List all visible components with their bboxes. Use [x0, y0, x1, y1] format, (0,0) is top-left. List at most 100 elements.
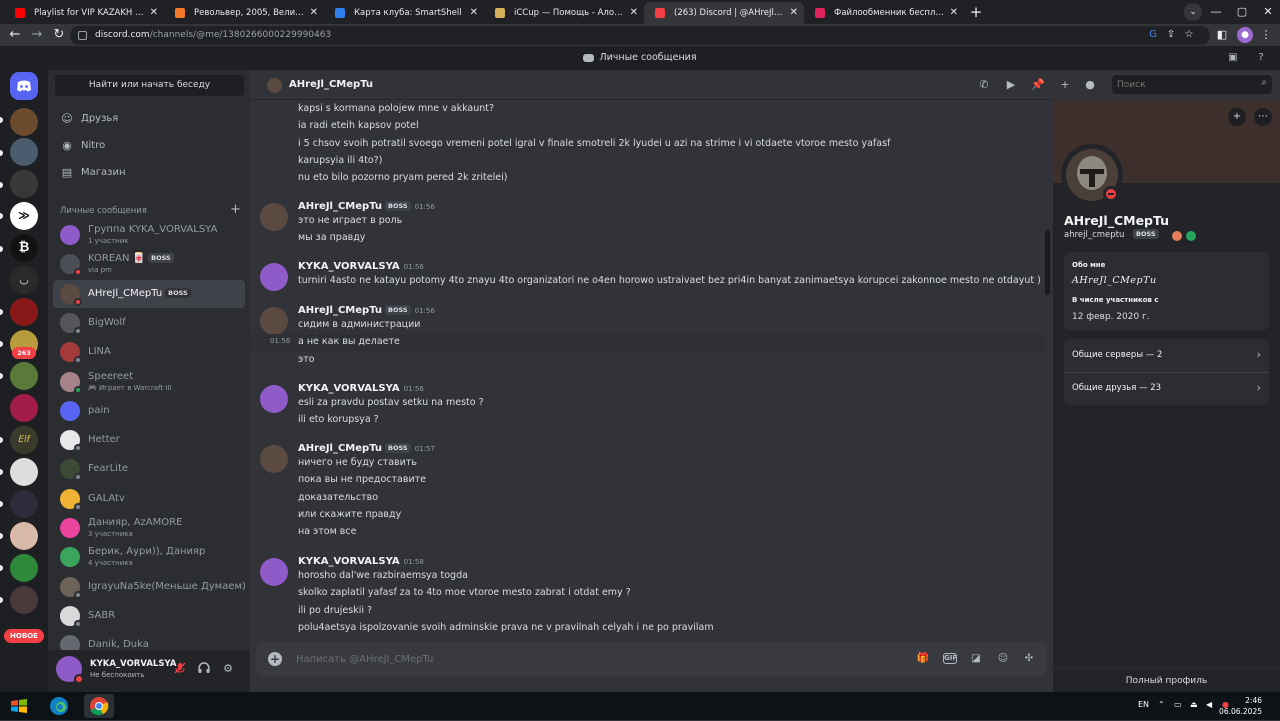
address-bar[interactable]: discord.com/channels/@me/138026600022999… [70, 26, 1210, 45]
dm-item[interactable]: IgrayuNa5ke(Меньше Думаем) [53, 573, 246, 601]
message-author[interactable]: AHreJl_CMepTu BOSS 01:56 [298, 305, 435, 316]
headphones-icon[interactable] [196, 661, 212, 677]
message-avatar[interactable] [260, 445, 288, 473]
browser-tab[interactable]: Карта клуба: SmartShell ✕ [324, 2, 484, 24]
back-button[interactable]: ← [6, 26, 24, 44]
close-tab-icon[interactable]: ✕ [950, 2, 958, 24]
nav-nitro[interactable]: ◉ Nitro [55, 134, 244, 158]
volume-icon[interactable]: ◀ [1206, 700, 1212, 709]
gif-icon[interactable]: GIF [943, 653, 957, 664]
add-friends-icon[interactable]: + [1058, 78, 1072, 92]
server-icon[interactable] [10, 458, 38, 486]
start-button[interactable] [4, 694, 34, 718]
apps-icon[interactable]: ✣ [1022, 652, 1036, 666]
server-icon[interactable] [10, 586, 38, 614]
server-icon[interactable]: ◡ [10, 266, 38, 294]
browser-tab[interactable]: Файлообменник бесплатный и...✕ [804, 2, 964, 24]
dm-item[interactable]: Данияр, AzAMORE 3 участника [53, 514, 245, 542]
nav-shop[interactable]: ▤ Магазин [55, 161, 244, 185]
browser-tab[interactable]: (263) Discord | @AHreJl_CMepTu ✕ [644, 2, 804, 24]
site-info-icon[interactable] [78, 31, 87, 40]
maximize-button[interactable]: ▢ [1230, 0, 1254, 24]
video-call-icon[interactable]: ▶ [1004, 78, 1018, 92]
server-icon[interactable]: ₿ [10, 234, 38, 262]
server-icon[interactable] [10, 298, 38, 326]
recipient-name[interactable]: AHreJl_CMepTu [289, 79, 373, 90]
input-language[interactable]: EN [1138, 700, 1149, 709]
recipient-avatar[interactable] [267, 78, 282, 93]
dm-item[interactable]: Группа KYKA_VORVALSYA 1 участник [53, 221, 245, 249]
inbox-icon[interactable]: ▣ [1226, 51, 1240, 65]
browser-tab[interactable]: Playlist for VIP KAZAKH к☠️П... ✕ [4, 2, 164, 24]
share-icon[interactable]: ⇪ [1164, 28, 1178, 42]
discord-home-button[interactable] [10, 72, 38, 100]
server-icon[interactable] [10, 490, 38, 518]
dm-item[interactable]: LINA [53, 338, 245, 366]
network-icon[interactable]: ▭ [1174, 700, 1182, 709]
message-author[interactable]: KYKA_VORVALSYA 01:58 [298, 556, 424, 567]
chrome-browser-icon[interactable] [84, 694, 114, 718]
browser-tab[interactable]: iCCup — Помощь - Ало какая т... ✕ [484, 2, 644, 24]
tab-search-button[interactable]: ⌄ [1184, 3, 1202, 21]
new-tab-button[interactable]: + [964, 2, 988, 24]
profile-avatar[interactable]: ● [1237, 27, 1253, 43]
forward-button[interactable]: → [28, 26, 46, 44]
mute-mic-icon[interactable] [172, 661, 188, 677]
dm-item[interactable]: GALAtv [53, 485, 245, 513]
close-tab-icon[interactable]: ✕ [150, 2, 158, 24]
add-friend-icon[interactable]: + [1228, 108, 1246, 126]
chat-search-box[interactable]: ⌕ [1112, 75, 1272, 94]
message-author[interactable]: AHreJl_CMepTu BOSS 01:56 [298, 201, 435, 212]
find-conversation-button[interactable]: Найти или начать беседу [55, 75, 244, 96]
message-avatar[interactable] [260, 203, 288, 231]
scroll-thumb[interactable] [1045, 230, 1050, 295]
server-icon[interactable] [10, 362, 38, 390]
dm-item[interactable]: AHreJl_CMepTu BOSS [53, 279, 245, 308]
message-avatar[interactable] [260, 307, 288, 335]
server-icon[interactable] [10, 394, 38, 422]
user-profile-icon[interactable]: ● [1083, 78, 1097, 92]
create-dm-plus-icon[interactable]: + [230, 202, 241, 217]
server-icon[interactable] [10, 138, 38, 166]
upload-plus-icon[interactable]: + [268, 652, 282, 666]
close-tab-icon[interactable]: ✕ [310, 2, 318, 24]
google-lens-icon[interactable]: G [1146, 28, 1160, 42]
dm-item[interactable]: KOREAN 🀄 BOSS via pm [53, 250, 245, 278]
close-tab-icon[interactable]: ✕ [470, 2, 478, 24]
emoji-icon[interactable]: ☺ [996, 652, 1010, 666]
dm-item[interactable]: Hetter [53, 426, 245, 454]
voice-call-icon[interactable]: ✆ [977, 78, 991, 92]
dm-item[interactable]: Speereet 🎮 Играет в Warcraft III [53, 368, 245, 396]
new-unreads-pill[interactable]: НОВОЕ [4, 629, 44, 643]
close-tab-icon[interactable]: ✕ [630, 2, 638, 24]
sticker-icon[interactable]: ◪ [969, 652, 983, 666]
server-icon[interactable]: ≫ [10, 202, 38, 230]
mutual-friends-row[interactable]: Общие друзья — 23 › [1072, 372, 1261, 404]
message-author[interactable]: KYKA_VORVALSYA 01:56 [298, 261, 424, 272]
minimize-button[interactable]: — [1204, 0, 1228, 24]
server-icon[interactable]: Elf [10, 426, 38, 454]
browser-menu-icon[interactable]: ⋮ [1258, 27, 1274, 43]
help-icon[interactable]: ? [1254, 51, 1268, 65]
message-input[interactable] [296, 651, 836, 667]
edge-browser-icon[interactable] [44, 694, 74, 718]
view-full-profile-button[interactable]: Полный профиль [1053, 667, 1280, 692]
dm-item[interactable]: FearLite [53, 455, 245, 483]
server-icon[interactable] [10, 170, 38, 198]
tray-chevron-icon[interactable]: ⌃ [1158, 700, 1165, 709]
server-icon[interactable] [10, 554, 38, 582]
more-options-icon[interactable]: ⋯ [1254, 108, 1272, 126]
message-avatar[interactable] [260, 385, 288, 413]
gift-icon[interactable]: 🎁 [916, 652, 930, 666]
sidebar-toggle-icon[interactable]: ◧ [1214, 27, 1230, 43]
chat-scrollbar[interactable] [1045, 100, 1050, 637]
server-icon[interactable] [10, 108, 38, 136]
dm-item[interactable]: SABR [53, 602, 245, 630]
browser-tab[interactable]: Револьвер, 2005, Великобрита...✕ [164, 2, 324, 24]
message-avatar[interactable] [260, 558, 288, 586]
mutual-servers-row[interactable]: Общие серверы — 2 › [1072, 339, 1261, 371]
pinned-messages-icon[interactable]: 📌 [1031, 78, 1045, 92]
dm-item[interactable]: pain [53, 397, 245, 425]
user-name[interactable]: KYKA_VORVALSYA [90, 659, 176, 669]
close-tab-icon[interactable]: ✕ [790, 2, 798, 24]
